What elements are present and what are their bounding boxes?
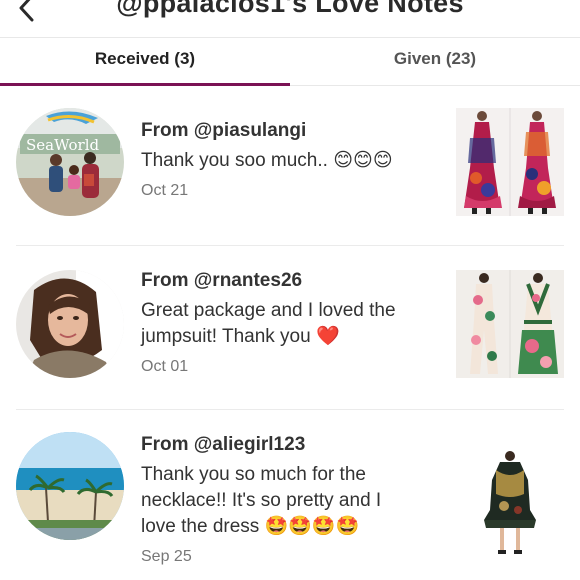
note-message: Thank you so much for the necklace!! It'… [141,464,382,537]
love-note[interactable]: From @aliegirl123 Thank you so much for … [0,410,580,580]
note-date: Oct 21 [141,182,189,199]
note-message: Thank you soo much.. 😊😊😊 [141,150,393,171]
listing-thumbnail[interactable] [456,108,564,216]
header: @ppalacios1's Love Notes [0,0,580,38]
love-note[interactable]: From @rnantes26 Great package and I love… [0,246,580,410]
tab-given[interactable]: Given (23) [290,38,580,85]
note-date: Oct 01 [141,358,189,375]
listing-thumbnail[interactable] [456,450,564,558]
tab-received[interactable]: Received (3) [0,38,290,85]
seaworld-sign-text: SeaWorld [26,136,99,154]
avatar[interactable]: SeaWorld [16,108,124,216]
note-message: Great package and I loved the jumpsuit! … [141,300,396,347]
listing-thumbnail[interactable] [456,270,564,378]
tab-bar: Received (3) Given (23) [0,38,580,86]
note-sender[interactable]: From @rnantes26 [141,270,302,292]
page-title: @ppalacios1's Love Notes [116,0,464,18]
note-sender[interactable]: From @piasulangi [141,120,306,142]
avatar[interactable] [16,432,124,540]
note-sender[interactable]: From @aliegirl123 [141,434,305,456]
love-note[interactable]: SeaWorld From @piasulangi Thank you soo … [0,86,580,246]
note-date: Sep 25 [141,548,192,565]
avatar[interactable] [16,270,124,378]
